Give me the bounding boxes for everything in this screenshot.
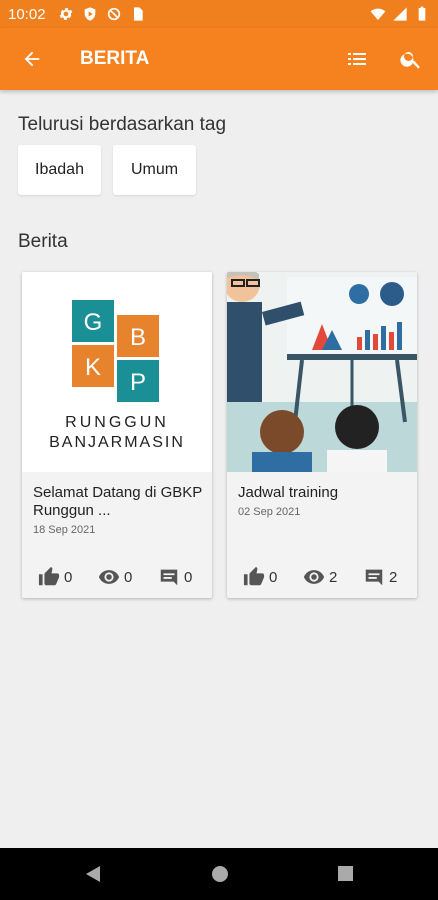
nav-back-icon[interactable] bbox=[84, 865, 102, 883]
comments-stat[interactable]: 0 bbox=[158, 566, 192, 588]
news-date: 02 Sep 2021 bbox=[238, 506, 301, 518]
arrow-back-icon bbox=[24, 51, 40, 67]
comments-count: 0 bbox=[184, 568, 193, 586]
training-illustration bbox=[227, 272, 417, 472]
battery-icon bbox=[418, 6, 426, 21]
eye-icon bbox=[98, 570, 120, 584]
likes-count: 0 bbox=[269, 568, 278, 586]
news-thumbnail: G B K P RUNGGUN BANJARMASIN bbox=[22, 272, 212, 472]
play-protect-icon bbox=[84, 7, 95, 21]
logo-letter: P bbox=[130, 369, 146, 396]
news-card[interactable]: Jadwal training 02 Sep 2021 0 2 2 bbox=[227, 272, 417, 598]
news-thumbnail bbox=[227, 272, 417, 472]
nav-home-icon[interactable] bbox=[211, 865, 229, 883]
comment-icon bbox=[160, 569, 178, 586]
views-stat: 2 bbox=[303, 566, 337, 588]
logo-letter: G bbox=[84, 309, 103, 336]
app-bar: BERITA bbox=[0, 28, 438, 90]
tag-chip-umum[interactable]: Umum bbox=[113, 145, 196, 195]
views-stat: 0 bbox=[98, 566, 132, 588]
logo-line1: RUNGGUN bbox=[65, 414, 169, 431]
likes-count: 0 bbox=[64, 568, 73, 586]
wifi-icon bbox=[370, 8, 386, 20]
view-list-icon bbox=[348, 53, 366, 65]
system-nav-bar bbox=[0, 848, 438, 900]
logo-letter: K bbox=[85, 354, 101, 381]
likes-stat[interactable]: 0 bbox=[38, 566, 72, 588]
news-title: Jadwal training bbox=[238, 484, 339, 501]
status-bar: 10:02 bbox=[0, 0, 438, 28]
page-title: BERITA bbox=[80, 48, 150, 69]
logo-letter: B bbox=[130, 324, 146, 351]
news-date: 18 Sep 2021 bbox=[33, 524, 96, 536]
search-button[interactable] bbox=[384, 28, 438, 90]
comments-count: 2 bbox=[389, 568, 398, 586]
tags-heading: Telurusi berdasarkan tag bbox=[18, 114, 227, 135]
settings-icon bbox=[59, 8, 72, 20]
eye-icon bbox=[303, 570, 325, 584]
comment-icon bbox=[365, 569, 383, 586]
views-count: 0 bbox=[124, 568, 133, 586]
views-count: 2 bbox=[329, 568, 338, 586]
data-saver-icon bbox=[107, 7, 120, 21]
news-heading: Berita bbox=[18, 231, 68, 252]
status-time: 10:02 bbox=[8, 5, 46, 23]
nav-recents-icon[interactable] bbox=[337, 865, 354, 882]
news-title: Selamat Datang di GBKP Runggun ... bbox=[33, 484, 202, 519]
search-icon bbox=[400, 52, 420, 69]
list-view-button[interactable] bbox=[330, 28, 384, 90]
sim-card-icon bbox=[133, 7, 143, 21]
news-card[interactable]: G B K P RUNGGUN BANJARMASIN Selamat Data… bbox=[22, 272, 212, 598]
thumb-up-icon bbox=[38, 566, 60, 586]
back-button[interactable] bbox=[0, 28, 64, 90]
tag-chip-ibadah[interactable]: Ibadah bbox=[18, 145, 101, 195]
likes-stat[interactable]: 0 bbox=[243, 566, 277, 588]
thumb-up-icon bbox=[243, 566, 265, 586]
logo-line2: BANJARMASIN bbox=[49, 434, 185, 451]
signal-icon bbox=[393, 7, 407, 21]
gbkp-logo: G B K P RUNGGUN BANJARMASIN bbox=[49, 300, 185, 451]
comments-stat[interactable]: 2 bbox=[363, 566, 397, 588]
